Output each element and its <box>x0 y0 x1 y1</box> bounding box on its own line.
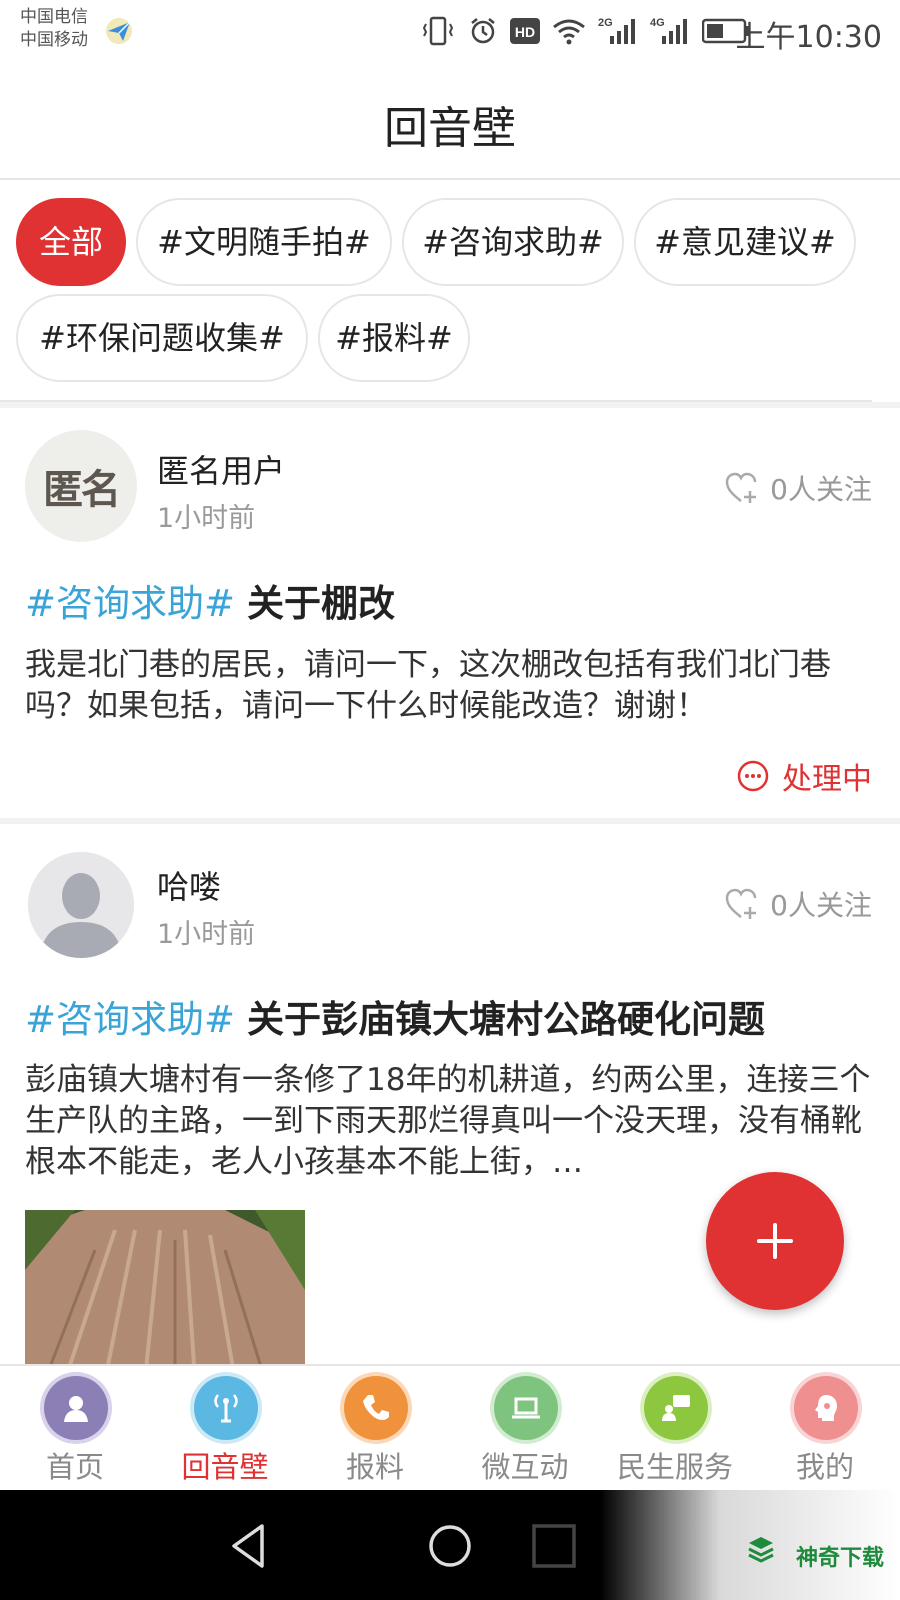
title-bar: 回音壁 <box>0 62 900 180</box>
avatar <box>28 852 134 958</box>
heart-plus-icon <box>725 472 757 503</box>
signal-2g-icon: 2G <box>598 17 635 44</box>
carrier-2: 中国移动 <box>20 30 88 50</box>
tag-suggestions[interactable]: #意见建议# <box>634 198 856 286</box>
avatar: 匿名 <box>25 430 137 542</box>
post-body: 彭庙镇大塘村有一条修了18年的机耕道，约两公里，连接三个生产队的主路，一到下雨天… <box>25 1062 871 1180</box>
tag-environment[interactable]: #环保问题收集# <box>16 294 308 382</box>
nav-label: 微互动 <box>481 1450 569 1484</box>
post-title-text: 关于彭庙镇大塘村公路硬化问题 <box>247 998 766 1041</box>
add-post-button[interactable] <box>706 1172 844 1310</box>
wifi-icon <box>553 19 585 45</box>
default-user-icon <box>28 852 134 958</box>
post-title-text: 关于棚改 <box>247 582 396 625</box>
echo-wall-icon <box>194 1376 258 1440</box>
hd-label: HD <box>515 24 535 40</box>
follow-button[interactable]: 0人关注 <box>724 468 872 508</box>
status-badge: 处理中 <box>736 754 872 798</box>
tag-report[interactable]: #报料# <box>318 294 470 382</box>
tag-all[interactable]: 全部 <box>16 198 126 286</box>
bottom-nav: 首页 回音壁 报料 微互动 民生服务 我的 <box>0 1364 900 1490</box>
watermark-text: 神奇下载 <box>795 1546 884 1571</box>
tag-filter-bar: 全部 #文明随手拍# #咨询求助# #意见建议# #环保问题收集# #报料# <box>0 182 900 402</box>
home-circle-icon[interactable] <box>422 1518 478 1574</box>
more-dots-icon <box>737 760 769 792</box>
signal-4g-icon: 4G <box>650 17 687 44</box>
carrier-1: 中国电信 <box>20 7 88 27</box>
nav-echo-wall[interactable]: 回音壁 <box>150 1374 300 1489</box>
home-icon <box>44 1376 108 1440</box>
nav-label: 首页 <box>45 1450 104 1484</box>
username: 哈喽 <box>157 868 222 906</box>
follow-count: 0人关注 <box>770 889 872 922</box>
tag-consult-help[interactable]: #咨询求助# <box>402 198 624 286</box>
follow-button[interactable]: 0人关注 <box>724 884 872 924</box>
nav-public-service[interactable]: 民生服务 <box>600 1374 750 1489</box>
muddy-road-image <box>25 1210 305 1364</box>
signal-2g-label: 2G <box>598 17 613 29</box>
system-nav-bar: 神奇下载 <box>0 1490 900 1600</box>
post-title[interactable]: #咨询求助# 关于彭庙镇大塘村公路硬化问题 <box>25 989 880 1043</box>
nav-label: 民生服务 <box>616 1450 733 1484</box>
nav-label: 报料 <box>345 1450 404 1484</box>
signal-4g-label: 4G <box>650 17 665 29</box>
status-time: 上午10:30 <box>735 20 882 55</box>
nav-mine[interactable]: 我的 <box>750 1374 900 1489</box>
watermark-brand-icon <box>748 1537 774 1563</box>
avatar-anonymous-label: 匿名 <box>43 467 121 513</box>
post-thumbnail[interactable] <box>25 1210 305 1364</box>
watermark-logo-icon <box>532 1524 576 1568</box>
nav-report[interactable]: 报料 <box>300 1374 450 1489</box>
nav-label: 我的 <box>795 1450 854 1484</box>
status-icons: HD 2G 4G <box>420 14 750 48</box>
hd-icon: HD <box>510 18 540 44</box>
tag-civility-photo[interactable]: #文明随手拍# <box>136 198 392 286</box>
status-bar: 中国电信 中国移动 HD 2G 4G 上午10:30 <box>0 0 900 62</box>
phone-icon <box>344 1376 408 1440</box>
plus-icon <box>757 1223 793 1259</box>
post-time: 1小时前 <box>157 503 256 534</box>
profile-icon <box>794 1376 858 1440</box>
laptop-icon <box>494 1376 558 1440</box>
vibrate-icon <box>422 16 454 46</box>
app-screen: 中国电信 中国移动 HD 2G 4G 上午10:30 回音壁 全部 #文明随手拍… <box>0 0 900 1600</box>
watermark: 神奇下载 <box>532 1490 900 1600</box>
post-hashtag[interactable]: #咨询求助# <box>25 582 235 625</box>
post-card[interactable]: 匿名 匿名用户 1小时前 0人关注 #咨询求助# 关于棚改 我是北门巷的居民，请问… <box>0 408 900 820</box>
username: 匿名用户 <box>157 452 286 490</box>
post-hashtag[interactable]: #咨询求助# <box>25 998 235 1041</box>
page-title: 回音壁 <box>384 103 516 154</box>
heart-plus-icon <box>725 888 757 919</box>
post-time: 1小时前 <box>157 919 256 950</box>
status-text: 处理中 <box>782 762 872 797</box>
post-body: 我是北门巷的居民，请问一下，这次棚改包括有我们北门巷吗？如果包括，请问一下什么时… <box>25 647 831 724</box>
nav-micro-interact[interactable]: 微互动 <box>450 1374 600 1489</box>
alarm-icon <box>471 18 495 44</box>
follow-count: 0人关注 <box>770 473 872 506</box>
carrier-info: 中国电信 中国移动 <box>20 6 88 52</box>
nav-label: 回音壁 <box>181 1450 269 1484</box>
post-title[interactable]: #咨询求助# 关于棚改 <box>25 573 880 627</box>
back-icon[interactable] <box>222 1518 278 1574</box>
nav-home[interactable]: 首页 <box>0 1374 150 1489</box>
paper-plane-icon <box>106 18 132 44</box>
service-icon <box>644 1376 708 1440</box>
